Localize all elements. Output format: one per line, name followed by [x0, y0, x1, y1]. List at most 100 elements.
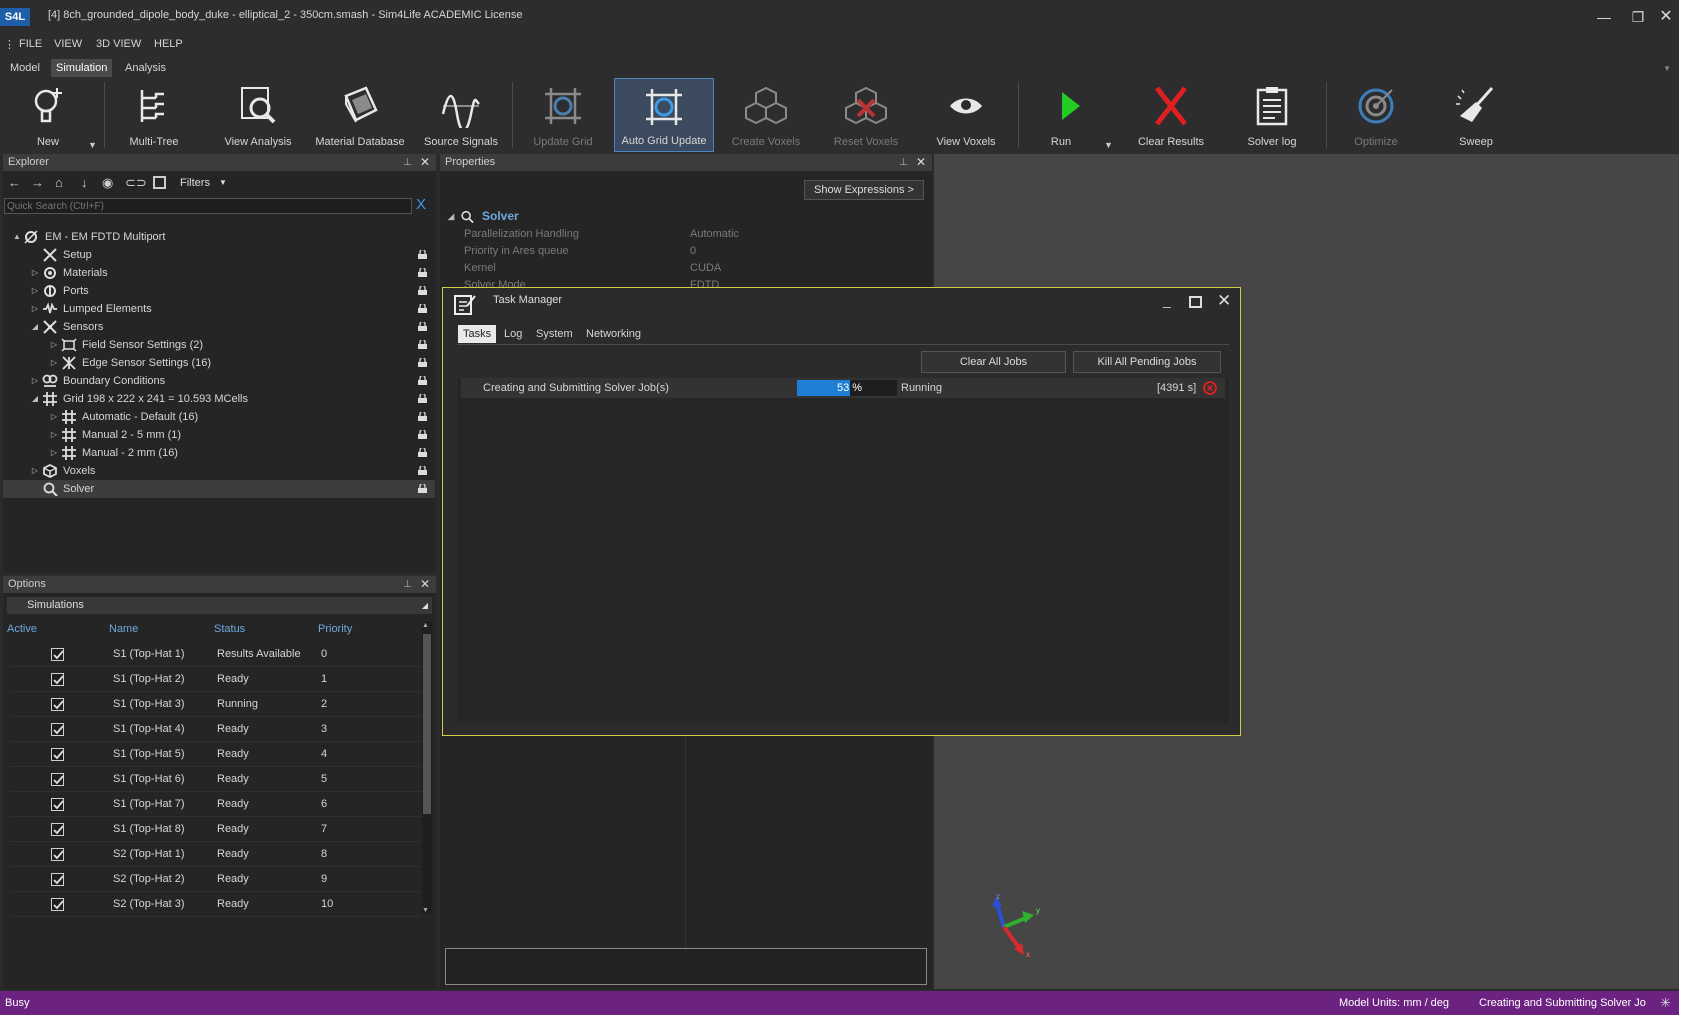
active-checkbox[interactable]: [51, 648, 64, 661]
active-checkbox[interactable]: [51, 698, 64, 711]
auto-grid-update-button[interactable]: Auto Grid Update: [614, 78, 714, 152]
tree-item[interactable]: ▲ EM - EM FDTD Multiport: [3, 228, 435, 246]
tab-model[interactable]: Model: [5, 59, 45, 77]
panel-close-icon[interactable]: ✕: [916, 154, 926, 171]
quick-search-input[interactable]: [4, 198, 412, 214]
table-row[interactable]: S1 (Top-Hat 8) Ready 7: [9, 817, 421, 842]
clear-all-jobs-button[interactable]: Clear All Jobs: [921, 351, 1066, 373]
solver-log-button[interactable]: Solver log: [1226, 78, 1318, 152]
view-voxels-button[interactable]: View Voxels: [920, 78, 1012, 152]
link-icon[interactable]: ⊂⊃: [125, 175, 147, 191]
close-icon[interactable]: ✕: [1655, 6, 1677, 28]
tree-item[interactable]: Setup: [3, 246, 435, 264]
job-row[interactable]: Creating and Submitting Solver Job(s) 53…: [461, 378, 1225, 398]
active-checkbox[interactable]: [51, 848, 64, 861]
menu-3d-view[interactable]: 3D VIEW: [96, 38, 141, 50]
menu-view[interactable]: VIEW: [54, 38, 82, 50]
property-row[interactable]: Kernel CUDA: [440, 260, 922, 277]
tree-item[interactable]: ◢ Sensors: [3, 318, 435, 336]
tree-item-selected[interactable]: Solver: [3, 480, 435, 498]
solver-section[interactable]: ◢ Solver: [448, 208, 924, 225]
filters-button[interactable]: Filters: [180, 177, 210, 189]
active-checkbox[interactable]: [51, 873, 64, 886]
table-row[interactable]: S2 (Top-Hat 1) Ready 8: [9, 842, 421, 867]
expander-icon[interactable]: ▷: [49, 444, 59, 462]
tab-analysis[interactable]: Analysis: [120, 59, 171, 77]
tree-item[interactable]: ▷ Field Sensor Settings (2): [3, 336, 435, 354]
tab-log[interactable]: Log: [499, 325, 527, 343]
expander-icon[interactable]: ▲: [12, 228, 22, 246]
cancel-job-icon[interactable]: [1203, 381, 1217, 395]
forward-icon[interactable]: →: [31, 175, 44, 190]
menu-file[interactable]: FILE: [19, 38, 42, 50]
table-row[interactable]: S1 (Top-Hat 6) Ready 5: [9, 767, 421, 792]
active-checkbox[interactable]: [51, 748, 64, 761]
optimize-button[interactable]: Optimize: [1330, 78, 1422, 152]
expander-icon[interactable]: ▷: [30, 372, 40, 390]
clear-results-button[interactable]: Clear Results: [1124, 78, 1218, 152]
table-row[interactable]: S2 (Top-Hat 3) Ready 10: [9, 892, 421, 917]
run-button[interactable]: Run ▼: [1024, 78, 1116, 152]
col-status[interactable]: Status: [214, 618, 245, 640]
table-row[interactable]: S1 (Top-Hat 3) Running 2: [9, 692, 421, 717]
col-priority[interactable]: Priority: [318, 618, 352, 640]
source-signals-button[interactable]: Source Signals: [416, 78, 506, 152]
tree-item[interactable]: ▷ Lumped Elements: [3, 300, 435, 318]
close-icon[interactable]: ✕: [1217, 291, 1231, 311]
expander-icon[interactable]: ▷: [49, 408, 59, 426]
expander-icon[interactable]: ◢: [30, 390, 40, 408]
view-analysis-button[interactable]: View Analysis: [214, 78, 302, 152]
active-checkbox[interactable]: [51, 823, 64, 836]
ribbon-collapse-icon[interactable]: ▼: [1663, 64, 1671, 73]
filters-dropdown-icon[interactable]: ▼: [219, 178, 227, 187]
search-clear-button[interactable]: X: [416, 196, 426, 213]
kill-all-pending-jobs-button[interactable]: Kill All Pending Jobs: [1073, 351, 1221, 373]
property-row[interactable]: Parallelization Handling Automatic: [440, 226, 922, 243]
restore-icon[interactable]: ❐: [1627, 6, 1649, 28]
scroll-thumb[interactable]: [423, 634, 431, 814]
col-active[interactable]: Active: [7, 618, 37, 640]
tree-item[interactable]: ▷ Voxels: [3, 462, 435, 480]
sweep-button[interactable]: Sweep: [1430, 78, 1522, 152]
back-icon[interactable]: ←: [8, 175, 21, 190]
home-icon[interactable]: ⌂: [55, 175, 63, 190]
expander-icon[interactable]: ▷: [30, 300, 40, 318]
update-grid-button[interactable]: Update Grid: [518, 78, 608, 152]
table-row[interactable]: S1 (Top-Hat 1) Results Available 0: [9, 642, 421, 667]
expander-icon[interactable]: ▷: [30, 282, 40, 300]
table-row[interactable]: S1 (Top-Hat 5) Ready 4: [9, 742, 421, 767]
col-name[interactable]: Name: [109, 618, 138, 640]
table-row[interactable]: S2 (Top-Hat 2) Ready 9: [9, 867, 421, 892]
tab-networking[interactable]: Networking: [581, 325, 646, 343]
simulations-group[interactable]: Simulations ◢: [7, 597, 432, 614]
active-checkbox[interactable]: [51, 798, 64, 811]
multi-tree-button[interactable]: Multi-Tree: [110, 78, 198, 152]
new-button[interactable]: New ▼: [4, 78, 97, 152]
tree-item[interactable]: ▷ Automatic - Default (16): [3, 408, 435, 426]
visibility-icon[interactable]: ◉: [102, 175, 113, 191]
run-dropdown-icon[interactable]: ▼: [1104, 140, 1113, 150]
new-dropdown-icon[interactable]: ▼: [88, 140, 97, 150]
pin-icon[interactable]: ⊥: [403, 154, 412, 171]
reset-voxels-button[interactable]: Reset Voxels: [820, 78, 912, 152]
tree-item[interactable]: ◢ Grid 198 x 222 x 241 = 10.593 MCells: [3, 390, 435, 408]
group-collapse-icon[interactable]: ◢: [422, 597, 428, 614]
tree-item[interactable]: ▷ Boundary Conditions: [3, 372, 435, 390]
active-checkbox[interactable]: [51, 673, 64, 686]
active-checkbox[interactable]: [51, 723, 64, 736]
menu-help[interactable]: HELP: [154, 38, 183, 50]
minimize-icon[interactable]: _: [1163, 292, 1171, 308]
scroll-up-icon[interactable]: ▲: [422, 622, 429, 629]
expander-icon[interactable]: ▷: [30, 264, 40, 282]
expander-icon[interactable]: ▷: [49, 426, 59, 444]
panel-close-icon[interactable]: ✕: [420, 576, 430, 593]
pin-icon[interactable]: ⊥: [403, 576, 412, 593]
table-row[interactable]: S1 (Top-Hat 4) Ready 3: [9, 717, 421, 742]
create-voxels-button[interactable]: Create Voxels: [720, 78, 812, 152]
table-row[interactable]: S1 (Top-Hat 2) Ready 1: [9, 667, 421, 692]
tree-item[interactable]: ▷ Manual - 2 mm (16): [3, 444, 435, 462]
tree-item[interactable]: ▷ Materials: [3, 264, 435, 282]
tree-item[interactable]: ▷ Ports: [3, 282, 435, 300]
collapse-icon[interactable]: [153, 176, 166, 189]
active-checkbox[interactable]: [51, 898, 64, 911]
